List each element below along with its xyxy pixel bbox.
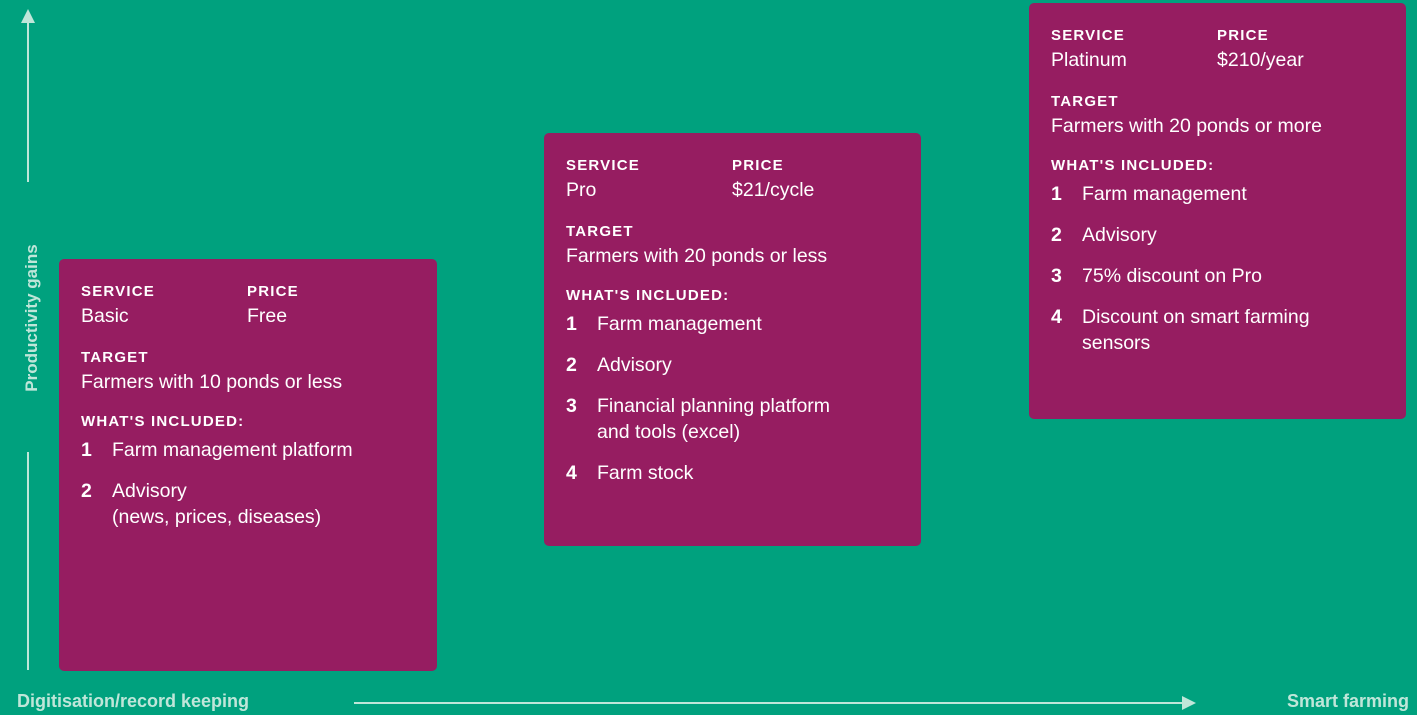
x-axis-label-left: Digitisation/record keeping <box>17 691 250 711</box>
service-heading: SERVICE <box>81 283 155 300</box>
service-price-row: SERVICE Pro PRICE $21/cycle <box>566 157 899 203</box>
price-value: $21/cycle <box>732 179 815 201</box>
included-heading: WHAT'S INCLUDED: <box>81 413 245 430</box>
service-name: Platinum <box>1051 49 1127 71</box>
included-item: 4 Discount on smart farming sensors <box>1051 304 1384 356</box>
item-number: 4 <box>566 462 577 484</box>
x-axis-arrow-icon <box>1182 696 1196 710</box>
item-text-continued: and tools (excel) <box>597 421 741 443</box>
included-item: 2 Advisory (news, prices, diseases) <box>81 478 415 530</box>
included-item: 3 Financial planning platform and tools (… <box>566 393 899 445</box>
tier-card-platinum: SERVICE Platinum PRICE $210/year TARGET … <box>1029 3 1406 419</box>
service-heading: SERVICE <box>1051 27 1125 44</box>
target-value: Farmers with 20 ponds or more <box>1051 115 1322 137</box>
y-axis-arrow-icon <box>21 9 35 23</box>
service-price-row: SERVICE Platinum PRICE $210/year <box>1051 27 1384 73</box>
item-number: 3 <box>566 395 577 417</box>
included-heading: WHAT'S INCLUDED: <box>1051 157 1215 174</box>
item-number: 1 <box>1051 183 1062 205</box>
included-item: 1 Farm management <box>566 311 899 337</box>
price-value: Free <box>247 305 288 327</box>
service-name: Basic <box>81 305 129 327</box>
included-item: 1 Farm management <box>1051 181 1384 207</box>
item-text: 75% discount on Pro <box>1082 265 1262 287</box>
item-number: 1 <box>566 313 577 335</box>
target-heading: TARGET <box>1051 93 1119 110</box>
item-text: Farm management platform <box>112 439 353 461</box>
included-item: 2 Advisory <box>566 352 899 378</box>
item-text: Farm stock <box>597 462 694 484</box>
item-number: 2 <box>566 354 577 376</box>
included-heading: WHAT'S INCLUDED: <box>566 287 730 304</box>
included-item: 4 Farm stock <box>566 460 899 486</box>
service-name: Pro <box>566 179 597 201</box>
item-text: Farm management <box>1082 183 1247 205</box>
y-axis-line-bottom <box>27 452 29 670</box>
item-number: 2 <box>81 480 92 502</box>
included-item: 3 75% discount on Pro <box>1051 263 1384 289</box>
tier-card-pro: SERVICE Pro PRICE $21/cycle TARGET Farme… <box>544 133 921 546</box>
target-heading: TARGET <box>566 223 634 240</box>
item-text: Financial planning platform <box>597 395 831 417</box>
price-heading: PRICE <box>247 283 299 300</box>
price-heading: PRICE <box>1217 27 1269 44</box>
item-text: Advisory <box>597 354 672 376</box>
item-number: 4 <box>1051 306 1062 328</box>
item-text-continued: (news, prices, diseases) <box>112 506 322 528</box>
target-value: Farmers with 20 ponds or less <box>566 245 828 267</box>
included-list: 1 Farm management 2 Advisory 3 Financial… <box>566 311 899 486</box>
included-list: 1 Farm management platform 2 Advisory (ne… <box>81 437 415 530</box>
item-text: Farm management <box>597 313 762 335</box>
item-number: 3 <box>1051 265 1062 287</box>
service-heading: SERVICE <box>566 157 640 174</box>
included-item: 2 Advisory <box>1051 222 1384 248</box>
price-value: $210/year <box>1217 49 1304 71</box>
x-axis-line <box>354 702 1184 704</box>
tier-card-basic: SERVICE Basic PRICE Free TARGET Farmers … <box>59 259 437 671</box>
target-heading: TARGET <box>81 349 149 366</box>
service-price-row: SERVICE Basic PRICE Free <box>81 283 415 329</box>
item-text: Advisory <box>1082 224 1157 246</box>
item-number: 2 <box>1051 224 1062 246</box>
included-item: 1 Farm management platform <box>81 437 415 463</box>
item-text: Discount on smart farming <box>1082 306 1310 328</box>
y-axis-label: Productivity gains <box>22 244 41 392</box>
price-heading: PRICE <box>732 157 784 174</box>
x-axis-label-right: Smart farming <box>1286 691 1409 711</box>
item-number: 1 <box>81 439 92 461</box>
included-list: 1 Farm management 2 Advisory 3 75% disco… <box>1051 181 1384 356</box>
item-text-continued: sensors <box>1082 332 1151 354</box>
target-value: Farmers with 10 ponds or less <box>81 371 343 393</box>
y-axis-line-top <box>27 22 29 182</box>
item-text: Advisory <box>112 480 187 502</box>
